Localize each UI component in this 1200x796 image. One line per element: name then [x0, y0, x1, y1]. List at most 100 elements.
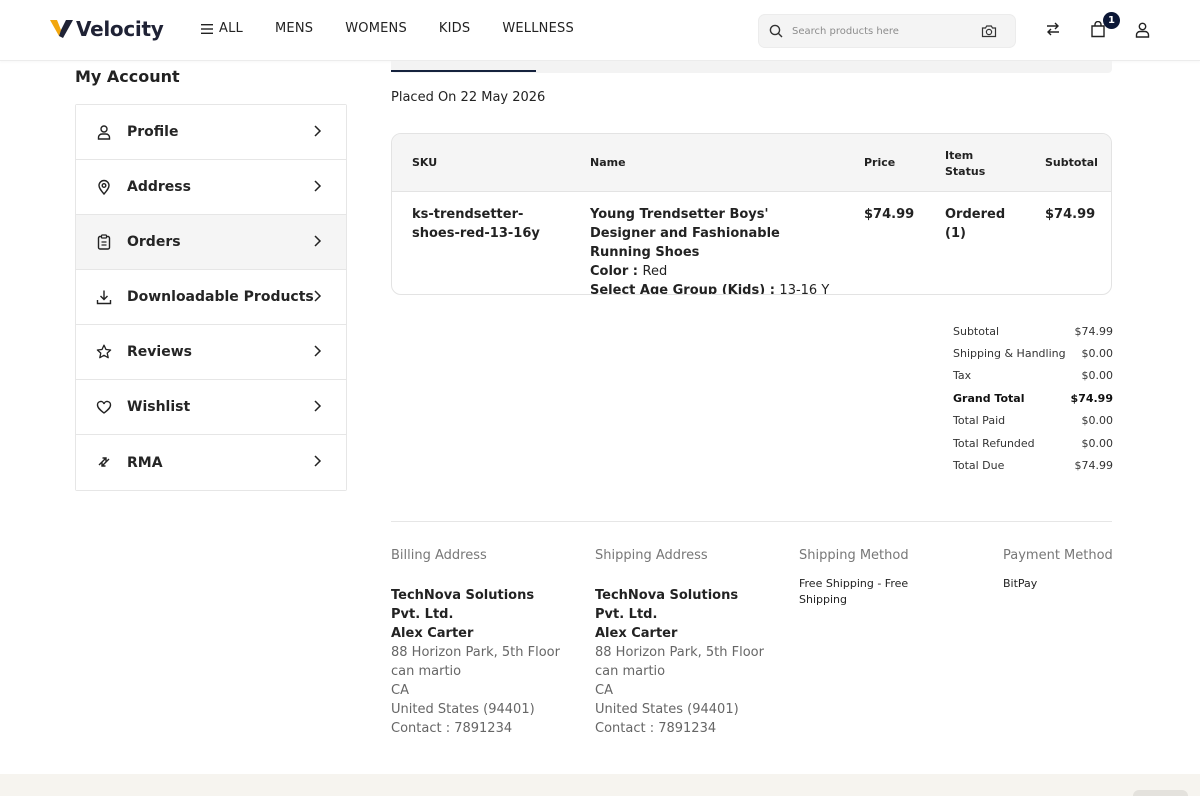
shipping-contact: Contact : 7891234	[595, 721, 717, 736]
nav-mens[interactable]: MENS	[275, 21, 313, 36]
nav-kids[interactable]: KIDS	[439, 21, 470, 36]
sidebar-item-profile[interactable]: Profile	[76, 105, 346, 160]
chevron-right-icon	[314, 345, 322, 357]
total-label: Total Due	[953, 459, 1005, 473]
camera-icon[interactable]	[981, 24, 997, 38]
chevron-right-icon	[314, 455, 322, 467]
total-value: $0.00	[1081, 347, 1114, 361]
attr-label: Color :	[590, 264, 638, 279]
chevron-right-icon	[314, 180, 322, 192]
total-label: Total Paid	[953, 414, 1006, 428]
shipping-street: 88 Horizon Park, 5th Floor	[595, 645, 764, 660]
search-input[interactable]	[792, 25, 972, 37]
chevron-right-icon	[314, 125, 322, 137]
total-row-refunded: Total Refunded $0.00	[953, 432, 1113, 454]
order-placed-date: Placed On 22 May 2026	[391, 90, 546, 105]
nav-womens[interactable]: WOMENS	[345, 21, 407, 36]
billing-company: TechNova Solutions Pvt. Ltd.	[391, 588, 535, 622]
total-label: Grand Total	[953, 391, 1025, 405]
return-arrows-icon	[98, 457, 110, 467]
my-account-title: My Account	[75, 67, 180, 86]
footer-band	[0, 774, 1200, 796]
sidebar-item-wishlist[interactable]: Wishlist	[76, 380, 346, 435]
total-value: $74.99	[1074, 324, 1114, 338]
active-tab-indicator	[391, 70, 536, 72]
total-row-subtotal: Subtotal $74.99	[953, 320, 1113, 342]
account-sidebar: Profile Address Orders Downloadable Prod…	[75, 104, 347, 491]
total-row-due: Total Due $74.99	[953, 454, 1113, 476]
sidebar-item-downloadable-products[interactable]: Downloadable Products	[76, 270, 346, 325]
billing-name: Alex Carter	[391, 626, 474, 641]
sidebar-item-address[interactable]: Address	[76, 160, 346, 215]
shipping-company: TechNova Solutions Pvt. Ltd.	[595, 588, 739, 622]
total-row-grand-total: Grand Total $74.99	[953, 387, 1113, 409]
billing-city: can martio	[391, 664, 462, 679]
total-value: $74.99	[1070, 391, 1113, 405]
column-sku: SKU	[412, 156, 438, 169]
billing-country: United States (94401)	[391, 702, 535, 717]
sidebar-item-label: Address	[127, 179, 191, 195]
shipping-city: can martio	[595, 664, 666, 679]
logo-text: Velocity	[76, 17, 164, 41]
billing-address-heading: Billing Address	[391, 548, 487, 563]
shipping-method-heading: Shipping Method	[799, 548, 909, 563]
sidebar-item-label: Profile	[127, 124, 179, 140]
item-price: $74.99	[864, 207, 915, 222]
total-label: Tax	[953, 369, 972, 383]
nav-all-label: ALL	[219, 21, 243, 36]
velocity-logo-icon	[50, 20, 73, 38]
sidebar-item-reviews[interactable]: Reviews	[76, 325, 346, 380]
order-totals: Subtotal $74.99 Shipping & Handling $0.00 …	[953, 320, 1113, 477]
billing-contact: Contact : 7891234	[391, 721, 513, 736]
order-items-table: SKU Name Price Item Status Subtotal ks-t…	[391, 133, 1112, 295]
column-item-status: Item Status	[945, 149, 986, 178]
total-label: Subtotal	[953, 324, 1000, 338]
total-label: Shipping & Handling	[953, 347, 1066, 361]
total-value: $74.99	[1074, 459, 1114, 473]
search-icon[interactable]	[769, 24, 783, 38]
total-value: $0.00	[1081, 414, 1114, 428]
footer-chip	[1133, 790, 1188, 796]
attr-value: 13-16 Y	[779, 283, 830, 295]
shipping-name: Alex Carter	[595, 626, 678, 641]
user-icon	[97, 125, 111, 140]
nav-all[interactable]: ALL	[201, 21, 243, 36]
shipping-state: CA	[595, 683, 613, 698]
total-value: $0.00	[1081, 436, 1114, 450]
sidebar-item-label: Orders	[127, 234, 181, 250]
billing-state: CA	[391, 683, 409, 698]
total-row-tax: Tax $0.00	[953, 365, 1113, 387]
star-icon	[96, 344, 112, 359]
shipping-address-heading: Shipping Address	[595, 548, 708, 563]
attr-value: Red	[642, 264, 668, 279]
payment-method-value: BitPay	[1003, 577, 1038, 590]
sidebar-item-label: Reviews	[127, 344, 192, 360]
column-name: Name	[590, 156, 626, 169]
search-bar	[758, 14, 1016, 48]
shipping-method: Shipping Method Free Shipping - Free Shi…	[799, 546, 929, 608]
chevron-right-icon	[314, 290, 322, 302]
sidebar-item-rma[interactable]: RMA	[76, 435, 346, 490]
heart-icon	[96, 400, 112, 414]
user-account-icon[interactable]	[1135, 22, 1150, 38]
billing-address: Billing Address TechNova Solutions Pvt. …	[391, 546, 561, 738]
column-subtotal: Subtotal	[1045, 156, 1098, 169]
velocity-logo[interactable]: Velocity	[48, 16, 164, 42]
sidebar-item-label: RMA	[127, 454, 163, 471]
nav-wellness[interactable]: WELLNESS	[502, 21, 574, 36]
sidebar-item-label: Downloadable Products	[127, 289, 314, 305]
column-price: Price	[864, 156, 896, 169]
shipping-method-value: Free Shipping - Free Shipping	[799, 577, 909, 606]
shipping-country: United States (94401)	[595, 702, 739, 717]
payment-method: Payment Method BitPay	[1003, 546, 1118, 592]
clipboard-icon	[97, 234, 111, 250]
item-name: Young Trendsetter Boys' Designer and Fas…	[590, 207, 780, 260]
total-row-paid: Total Paid $0.00	[953, 410, 1113, 432]
item-attr-color: Color : Red	[590, 262, 830, 281]
attr-label: Select Age Group (Kids) :	[590, 283, 775, 295]
sidebar-item-orders[interactable]: Orders	[76, 215, 346, 270]
table-header: SKU Name Price Item Status Subtotal	[392, 134, 1111, 192]
hamburger-menu-icon	[201, 23, 213, 34]
chevron-right-icon	[314, 235, 322, 247]
compare-arrows-icon[interactable]	[1045, 21, 1061, 37]
